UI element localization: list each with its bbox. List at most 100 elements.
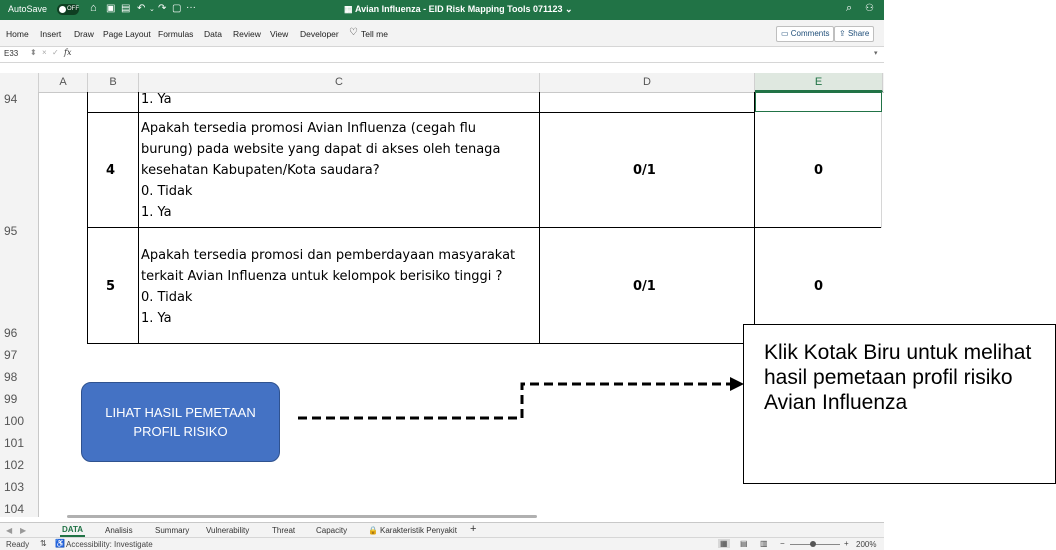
row-header[interactable]: 99 [0, 392, 40, 406]
page-layout-view-icon[interactable]: ▤ [740, 539, 748, 548]
table-border [539, 92, 540, 344]
sheet-tab-vulnerability[interactable]: Vulnerability [206, 526, 249, 535]
confirm-icon[interactable]: ✓ [52, 48, 59, 57]
share-button[interactable]: ⇪ Share [834, 26, 875, 42]
option-line: 1. Ya [141, 311, 172, 326]
cell-d96-range[interactable]: 0/1 [633, 276, 656, 297]
table-border [138, 92, 139, 344]
row-headers: 94 95 96 97 98 99 100 101 102 103 104 [0, 92, 39, 517]
table-border [87, 227, 882, 228]
cell-c96-question[interactable]: Apakah tersedia promosi dan pemberdayaan… [141, 245, 515, 329]
expand-formula-icon[interactable]: ▾ [874, 49, 878, 57]
question-line: kesehatan Kabupaten/Kota saudara? [141, 163, 380, 178]
cell-c94[interactable]: 1. Ya [141, 89, 172, 110]
autosave-toggle[interactable]: OFF [57, 4, 79, 15]
zoom-out-icon[interactable]: − [780, 539, 785, 548]
sheet-tab-threat[interactable]: Threat [272, 526, 295, 535]
option-line: 0. Tidak [141, 184, 193, 199]
tab-developer[interactable]: Developer [300, 29, 339, 39]
sheet-tab-summary[interactable]: Summary [155, 526, 189, 535]
zoom-slider-thumb[interactable] [810, 541, 816, 547]
page-break-view-icon[interactable]: ▥ [760, 539, 768, 548]
tab-page-layout[interactable]: Page Layout [103, 29, 151, 39]
row-header[interactable]: 100 [0, 414, 40, 428]
redo-icon[interactable]: ↷ [158, 3, 166, 14]
sheet-tab-data[interactable]: DATA [60, 524, 86, 537]
accessibility-status[interactable]: Accessibility: Investigate [66, 540, 153, 549]
undo-icon[interactable]: ↶ [137, 3, 145, 14]
view-risk-mapping-button-label: LIHAT HASIL PEMETAAN PROFIL RISIKO [105, 405, 256, 439]
question-line: Apakah tersedia promosi dan pemberdayaan… [141, 248, 516, 263]
table-border [754, 92, 755, 344]
row-header[interactable]: 98 [0, 370, 40, 384]
tab-insert[interactable]: Insert [40, 29, 61, 39]
row-header[interactable]: 101 [0, 436, 40, 450]
search-icon[interactable]: ⌕ [846, 2, 852, 15]
cancel-icon[interactable]: × [42, 48, 47, 57]
more-icon[interactable]: ··· [186, 2, 196, 13]
cell-d95-range[interactable]: 0/1 [633, 160, 656, 181]
tab-data[interactable]: Data [204, 29, 222, 39]
toggle-knob [59, 6, 66, 13]
question-line: Apakah tersedia promosi Avian Influenza … [141, 121, 476, 136]
cell-c95-question[interactable]: Apakah tersedia promosi Avian Influenza … [141, 118, 500, 223]
sheet-tab-capacity[interactable]: Capacity [316, 526, 347, 535]
row-header[interactable]: 104 [0, 502, 40, 516]
share-people-icon[interactable]: ⚇ [865, 3, 874, 14]
tab-view[interactable]: View [270, 29, 288, 39]
cell-b96-number[interactable]: 5 [106, 276, 115, 297]
accessibility-icon[interactable]: ♿ [55, 539, 65, 548]
row-header[interactable]: 102 [0, 458, 40, 472]
tab-draw[interactable]: Draw [74, 29, 94, 39]
horizontal-scrollbar[interactable] [67, 515, 537, 518]
new-file-icon[interactable]: ▢ [172, 3, 181, 14]
table-border [87, 112, 755, 113]
formula-bar: E33 ⬍ × ✓ fx ▾ [0, 47, 884, 63]
row-header[interactable]: 97 [0, 348, 40, 362]
column-header-e[interactable]: E [755, 73, 883, 92]
selected-cell-outline [755, 92, 882, 112]
row-header[interactable]: 94 [0, 92, 40, 106]
undo-dropdown-icon[interactable]: ⌄ [149, 5, 155, 13]
select-all-corner[interactable] [0, 73, 39, 92]
home-icon[interactable]: ⌂ [90, 2, 97, 14]
row-header[interactable]: 103 [0, 480, 40, 494]
window-title[interactable]: Avian Influenza - EID Risk Mapping Tools… [355, 4, 573, 15]
column-header-b[interactable]: B [88, 73, 139, 92]
row-header[interactable]: 95 [0, 224, 40, 238]
title-bar: AutoSave OFF ⌂ ▣ ▤ ↶ ⌄ ↷ ▢ ··· ▦ Avian I… [0, 0, 884, 20]
macro-icon[interactable]: ⇅ [40, 539, 47, 548]
comments-button[interactable]: ▭ Comments [776, 26, 835, 42]
print-icon[interactable]: ▤ [121, 3, 130, 14]
normal-view-icon[interactable]: ▦ [718, 539, 730, 548]
function-icon[interactable]: fx [64, 48, 71, 57]
save-icon[interactable]: ▣ [106, 3, 115, 14]
cell-e95-value[interactable]: 0 [814, 160, 823, 181]
tab-home[interactable]: Home [6, 29, 29, 39]
zoom-level[interactable]: 200% [856, 540, 876, 549]
sheet-tab-karakteristik[interactable]: Karakteristik Penyakit [380, 526, 457, 535]
name-box[interactable]: E33 [4, 49, 18, 58]
status-bar: Ready ⇅ ♿ Accessibility: Investigate ▦ ▤… [0, 537, 884, 550]
lock-icon: 🔒 [368, 526, 378, 535]
dashed-arrow-path [298, 382, 730, 420]
cell-b95-number[interactable]: 4 [106, 160, 115, 181]
column-header-c[interactable]: C [139, 73, 540, 92]
column-header-a[interactable]: A [39, 73, 88, 92]
tab-review[interactable]: Review [233, 29, 261, 39]
sheet-tabs-bar: ◀ ▶ DATA Analisis Summary Vulnerability … [0, 522, 884, 538]
zoom-in-icon[interactable]: + [844, 539, 849, 548]
prev-sheet-icon[interactable]: ◀ [6, 526, 12, 535]
status-ready: Ready [6, 540, 30, 549]
tab-formulas[interactable]: Formulas [158, 29, 193, 39]
view-risk-mapping-button[interactable]: LIHAT HASIL PEMETAAN PROFIL RISIKO [81, 382, 280, 462]
row-header[interactable]: 96 [0, 326, 40, 340]
add-sheet-icon[interactable]: + [470, 523, 476, 535]
name-box-stepper-icon[interactable]: ⬍ [30, 48, 37, 57]
comment-icon: ▭ [781, 29, 791, 38]
tell-me[interactable]: Tell me [361, 29, 388, 39]
column-header-d[interactable]: D [540, 73, 755, 92]
cell-e96-value[interactable]: 0 [814, 276, 823, 297]
next-sheet-icon[interactable]: ▶ [20, 526, 26, 535]
sheet-tab-analisis[interactable]: Analisis [105, 526, 133, 535]
